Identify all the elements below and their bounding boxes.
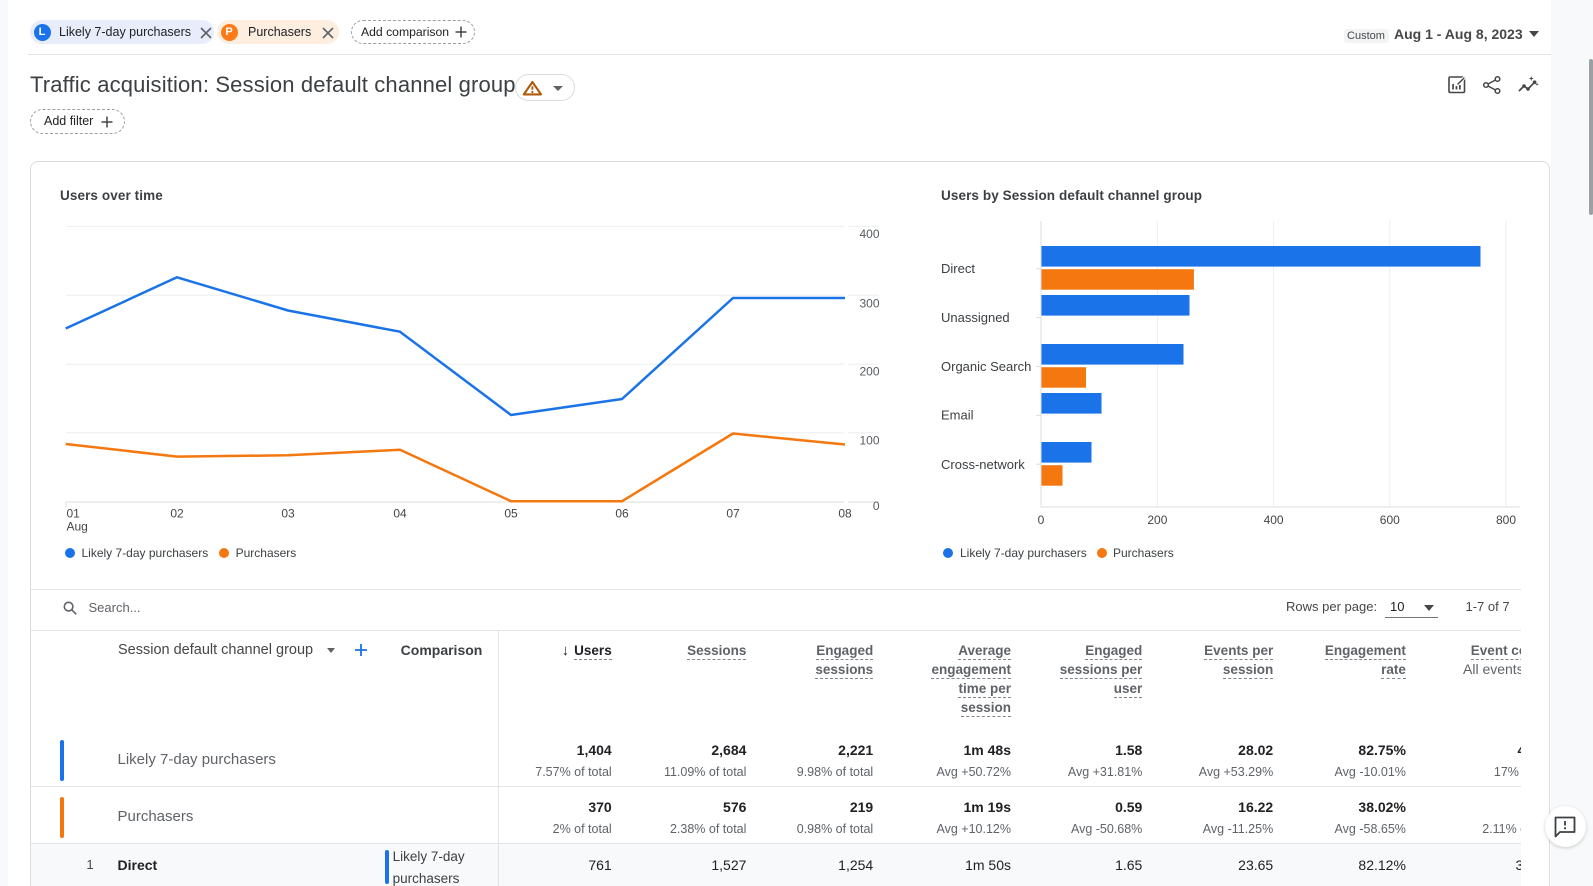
svg-text:06: 06 [615, 507, 629, 521]
svg-text:Aug: Aug [67, 520, 88, 534]
svg-text:400: 400 [859, 227, 879, 241]
svg-text:0: 0 [873, 499, 880, 513]
svg-text:01: 01 [67, 507, 81, 521]
svg-text:Unassigned: Unassigned [941, 310, 1010, 325]
svg-text:07: 07 [726, 507, 740, 521]
svg-text:03: 03 [281, 507, 295, 521]
svg-text:05: 05 [504, 507, 518, 521]
svg-text:Organic Search: Organic Search [941, 359, 1031, 374]
svg-text:400: 400 [1264, 513, 1284, 527]
svg-text:600: 600 [1380, 513, 1400, 527]
svg-text:0: 0 [1038, 513, 1045, 527]
svg-text:200: 200 [859, 365, 879, 379]
svg-text:04: 04 [393, 507, 407, 521]
svg-text:Email: Email [941, 408, 974, 423]
svg-text:800: 800 [1496, 513, 1516, 527]
svg-text:Cross-network: Cross-network [941, 457, 1025, 472]
svg-text:100: 100 [859, 434, 879, 448]
svg-text:300: 300 [859, 297, 879, 311]
svg-text:200: 200 [1147, 513, 1167, 527]
svg-text:Direct: Direct [941, 261, 975, 276]
svg-text:02: 02 [170, 507, 184, 521]
svg-text:08: 08 [838, 507, 852, 521]
